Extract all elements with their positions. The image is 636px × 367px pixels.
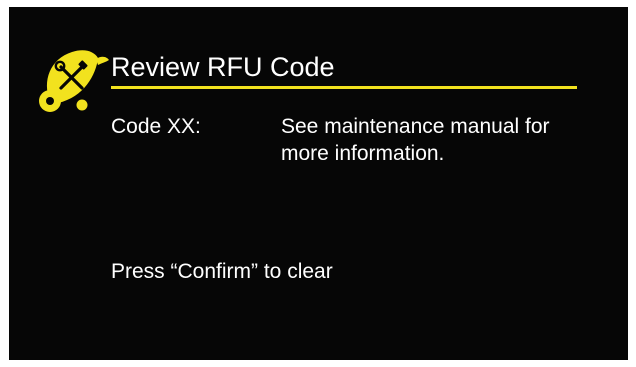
rfu-code-screen: Review RFU Code Code XX: See maintenance… bbox=[9, 7, 628, 360]
code-label: Code XX: bbox=[111, 115, 201, 138]
code-description: See maintenance manual for more informat… bbox=[281, 115, 550, 165]
confirm-prompt: Press “Confirm” to clear bbox=[111, 260, 333, 283]
maintenance-tools-icon bbox=[39, 50, 109, 112]
page-title: Review RFU Code bbox=[111, 52, 335, 82]
title-underline bbox=[111, 86, 577, 89]
